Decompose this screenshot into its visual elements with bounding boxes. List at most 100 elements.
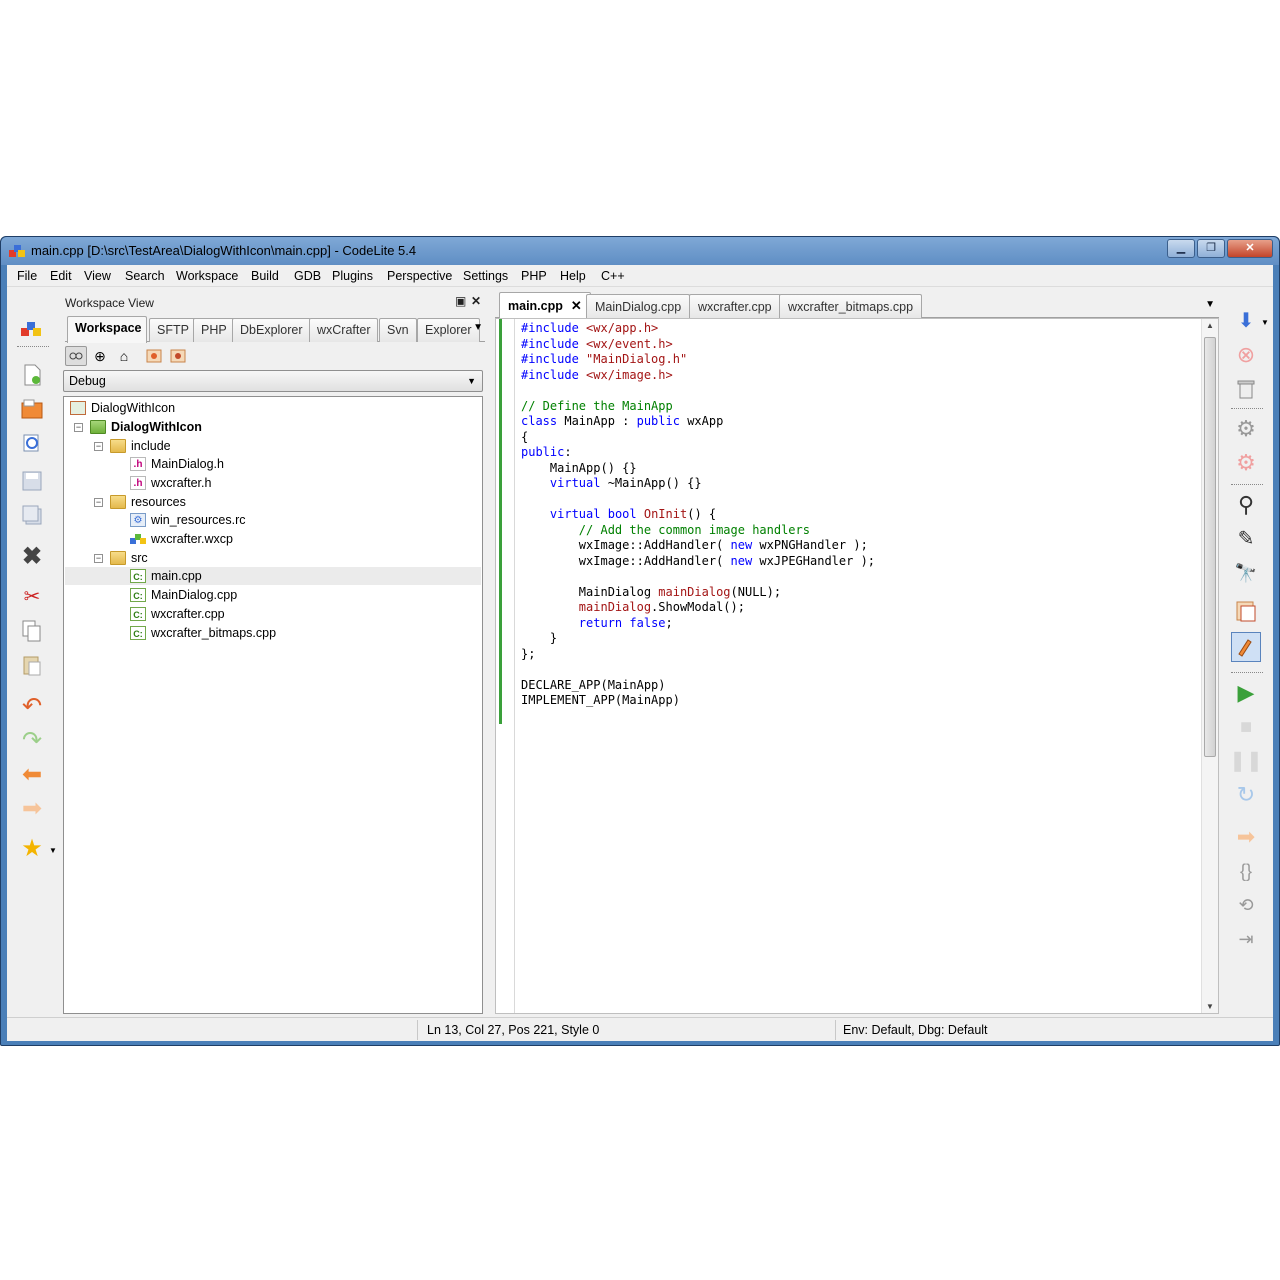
tab-dbexplorer[interactable]: DbExplorer — [232, 318, 311, 342]
minimize-button[interactable]: ▁ — [1167, 239, 1195, 258]
trash-icon[interactable] — [1233, 376, 1259, 402]
collapse-all-icon[interactable]: ⊕ — [89, 346, 111, 366]
search-icon[interactable]: ⚲ — [1233, 492, 1259, 518]
goto-home-icon[interactable]: ⌂ — [113, 346, 135, 366]
code-line[interactable]: }; — [521, 647, 875, 663]
tree-file-maindialog-cpp[interactable]: C: MainDialog.cpp — [130, 586, 237, 604]
menu-help[interactable]: Help — [560, 269, 586, 283]
stop-icon[interactable]: ⊗ — [1233, 342, 1259, 368]
code-editor[interactable]: #include <wx/app.h> #include <wx/event.h>… — [495, 318, 1219, 1014]
tab-workspace[interactable]: Workspace — [67, 316, 147, 343]
step-out-icon[interactable]: ⟲ — [1233, 892, 1259, 918]
run-icon[interactable]: ▶ — [1233, 680, 1259, 706]
bookmark-dropdown-icon[interactable]: ▼ — [49, 846, 57, 855]
back-arrow-icon[interactable]: ⬅ — [19, 762, 45, 788]
tab-wxcrafter[interactable]: wxCrafter — [309, 318, 379, 342]
menu-plugins[interactable]: Plugins — [332, 269, 373, 283]
menu-perspective[interactable]: Perspective — [387, 269, 452, 283]
new-file-icon[interactable] — [19, 362, 45, 388]
menu-file[interactable]: File — [17, 269, 37, 283]
build-project-icon[interactable] — [143, 346, 165, 366]
tab-php[interactable]: PHP — [193, 318, 235, 342]
paste-icon[interactable] — [19, 652, 45, 678]
cut-icon[interactable]: ✂ — [19, 584, 45, 610]
code-line[interactable]: DECLARE_APP(MainApp) — [521, 678, 875, 694]
code-line[interactable]: // Define the MainApp — [521, 399, 875, 415]
editor-tab-wxcrafter-bitmaps-cpp[interactable]: wxcrafter_bitmaps.cpp — [779, 294, 923, 318]
tree-workspace-node[interactable]: DialogWithIcon — [70, 399, 175, 417]
code-line[interactable]: #include "MainDialog.h" — [521, 352, 875, 368]
scroll-up-icon[interactable]: ▲ — [1206, 321, 1214, 330]
download-icon[interactable]: ⬇ — [1233, 308, 1259, 334]
pane-maximize-icon[interactable]: ▣ — [455, 294, 466, 308]
tree-file-maindialog-h[interactable]: .h MainDialog.h — [130, 455, 224, 473]
menu-search[interactable]: Search — [125, 269, 165, 283]
code-line[interactable] — [521, 492, 875, 508]
undo-icon[interactable]: ↶ — [19, 694, 45, 720]
code-line[interactable]: mainDialog.ShowModal(); — [521, 600, 875, 616]
code-line[interactable]: public: — [521, 445, 875, 461]
code-line[interactable]: virtual bool OnInit() { — [521, 507, 875, 523]
code-line[interactable]: wxImage::AddHandler( new wxJPEGHandler )… — [521, 554, 875, 570]
gear-stop-icon[interactable]: ⚙ — [1233, 450, 1259, 476]
source-code[interactable]: #include <wx/app.h> #include <wx/event.h>… — [521, 321, 875, 709]
expander-src[interactable]: − — [94, 554, 103, 563]
tree-file-main-cpp[interactable]: C: main.cpp — [65, 567, 481, 585]
configuration-select[interactable]: Debug ▼ — [63, 370, 483, 392]
editor-tabs-dropdown-icon[interactable]: ▼ — [1205, 299, 1215, 310]
tree-folder-resources[interactable]: resources — [110, 493, 186, 511]
bookmark-star-icon[interactable]: ★ — [19, 836, 45, 862]
menu-cpp[interactable]: C++ — [601, 269, 625, 283]
save-all-icon[interactable] — [19, 502, 45, 528]
binoculars-icon[interactable]: 🔭 — [1233, 560, 1259, 586]
code-line[interactable]: #include <wx/image.h> — [521, 368, 875, 384]
scrollbar-thumb[interactable] — [1204, 337, 1216, 757]
tab-sftp[interactable]: SFTP — [149, 318, 197, 342]
open-resource-icon[interactable] — [1233, 598, 1259, 624]
menu-gdb[interactable]: GDB — [294, 269, 321, 283]
clean-project-icon[interactable] — [167, 346, 189, 366]
code-line[interactable]: return false; — [521, 616, 875, 632]
code-line[interactable]: #include <wx/app.h> — [521, 321, 875, 337]
show-cursor-icon[interactable]: ➡ — [1233, 824, 1259, 850]
menu-workspace[interactable]: Workspace — [176, 269, 238, 283]
search-replace-icon[interactable]: ✎ — [1233, 526, 1259, 552]
tree-project-node[interactable]: DialogWithIcon — [90, 418, 202, 436]
tree-file-wxcrafter-bitmaps-cpp[interactable]: C: wxcrafter_bitmaps.cpp — [130, 624, 276, 642]
code-line[interactable] — [521, 383, 875, 399]
tree-file-wxcrafter-wxcp[interactable]: wxcrafter.wxcp — [130, 530, 233, 548]
menu-php[interactable]: PHP — [521, 269, 547, 283]
tab-svn[interactable]: Svn — [379, 318, 417, 342]
code-line[interactable]: } — [521, 631, 875, 647]
code-line[interactable]: MainApp() {} — [521, 461, 875, 477]
forward-arrow-icon[interactable]: ➡ — [19, 796, 45, 822]
restart-icon[interactable]: ↻ — [1233, 782, 1259, 808]
settings-gear-icon[interactable]: ⚙ — [1233, 416, 1259, 442]
menu-view[interactable]: View — [84, 269, 111, 283]
close-tab-icon[interactable]: ✕ — [571, 298, 582, 313]
close-file-icon[interactable]: ✖ — [19, 544, 45, 570]
code-line[interactable]: virtual ~MainApp() {} — [521, 476, 875, 492]
menu-edit[interactable]: Edit — [50, 269, 72, 283]
stop-debugger-icon[interactable]: ■ — [1233, 714, 1259, 740]
scroll-down-icon[interactable]: ▼ — [1206, 1002, 1214, 1011]
tab-explorer[interactable]: Explorer — [417, 318, 480, 342]
pause-icon[interactable]: ❚❚ — [1229, 748, 1263, 774]
save-icon[interactable] — [19, 468, 45, 494]
copy-icon[interactable] — [19, 618, 45, 644]
editor-tab-maindialog-cpp[interactable]: MainDialog.cpp — [586, 294, 691, 318]
expander-project[interactable]: − — [74, 423, 83, 432]
code-line[interactable]: // Add the common image handlers — [521, 523, 875, 539]
close-window-button[interactable]: ✕ — [1227, 239, 1273, 258]
title-bar[interactable]: main.cpp [D:\src\TestArea\DialogWithIcon… — [1, 237, 1279, 265]
code-line[interactable]: class MainApp : public wxApp — [521, 414, 875, 430]
highlight-word-icon[interactable] — [1231, 632, 1261, 662]
workspace-icon[interactable] — [19, 316, 45, 342]
code-line[interactable] — [521, 569, 875, 585]
pane-close-icon[interactable]: ✕ — [471, 294, 481, 308]
menu-build[interactable]: Build — [251, 269, 279, 283]
editor-tab-wxcrafter-cpp[interactable]: wxcrafter.cpp — [689, 294, 781, 318]
tree-file-wxcrafter-cpp[interactable]: C: wxcrafter.cpp — [130, 605, 225, 623]
link-editor-icon[interactable] — [65, 346, 87, 366]
tree-file-wxcrafter-h[interactable]: .h wxcrafter.h — [130, 474, 211, 492]
